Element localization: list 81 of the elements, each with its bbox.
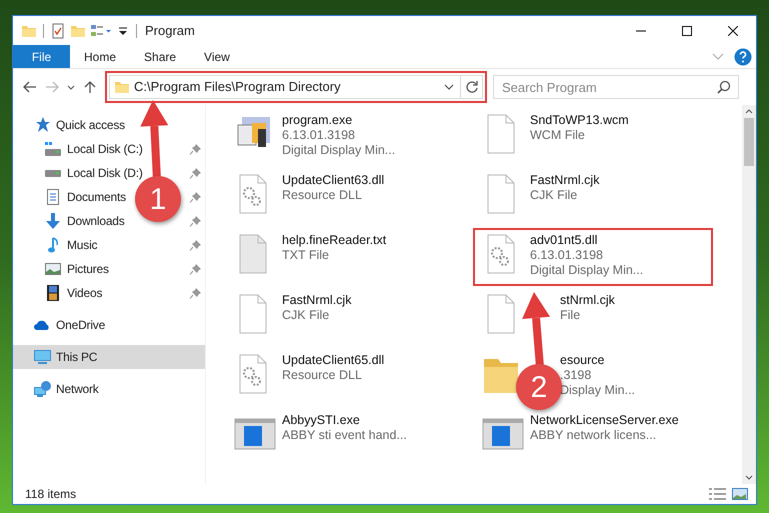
nav-item[interactable]: Documents <box>67 188 126 206</box>
file-name[interactable]: FastNrml.cjk <box>530 173 600 188</box>
download-arrow-icon <box>46 213 60 229</box>
nav-item[interactable]: Quick access <box>56 116 125 134</box>
star-icon <box>34 117 50 133</box>
file-name[interactable]: stNrml.cjk <box>560 293 615 308</box>
cloud-icon <box>34 320 50 330</box>
file-detail: TXT File <box>282 248 329 263</box>
pin-icon[interactable] <box>190 264 201 274</box>
monitor-icon <box>34 350 50 364</box>
file-detail: ABBY sti event hand... <box>282 428 407 443</box>
dropdown-icon[interactable] <box>444 84 454 90</box>
drive-icon <box>45 142 61 156</box>
file-name[interactable]: esource <box>560 353 604 368</box>
file-name[interactable]: program.exe <box>282 113 352 128</box>
address-field[interactable]: C:\Program Files\Program Directory <box>109 75 461 99</box>
file-detail: Resource DLL <box>282 188 362 203</box>
ribbon-tab[interactable]: Share <box>130 45 190 68</box>
network-icon <box>34 381 50 397</box>
large-icons-view-icon[interactable] <box>732 488 748 500</box>
file-detail: CJK File <box>530 188 578 203</box>
nav-item[interactable]: Local Disk (C:) <box>67 140 143 158</box>
file-detail: CJK File <box>282 308 330 323</box>
caret-icon[interactable] <box>67 84 75 90</box>
document-icon <box>47 189 59 205</box>
nav-item[interactable]: This PC <box>56 348 98 366</box>
pin-icon[interactable] <box>190 288 201 298</box>
folder-icon <box>114 79 130 95</box>
pin-icon[interactable] <box>190 168 201 178</box>
file-name[interactable]: SndToWP13.wcm <box>530 113 629 128</box>
scroll-up-icon[interactable] <box>745 109 753 114</box>
file-detail: File <box>560 308 580 323</box>
file-detail: Resource DLL <box>282 368 362 383</box>
file-detail: 6.13.01.3198 <box>530 248 603 263</box>
nav-item[interactable]: Downloads <box>67 212 125 230</box>
file-detail: Digital Display Min... <box>530 263 644 278</box>
pin-icon[interactable] <box>190 192 201 202</box>
back-arrow-icon[interactable] <box>23 81 37 93</box>
nav-item[interactable]: Pictures <box>67 260 109 278</box>
nav-item[interactable]: Music <box>67 236 98 254</box>
file-detail: WCM File <box>530 128 585 143</box>
nav-item[interactable]: Network <box>56 380 99 398</box>
file-detail: Digital Display Min... <box>282 143 396 158</box>
file-menu-button[interactable]: File <box>13 45 70 68</box>
file-name[interactable]: help.fineReader.txt <box>282 233 386 248</box>
details-view-icon[interactable] <box>709 488 726 500</box>
file-detail: 6.13.01.3198 <box>282 128 355 143</box>
drive-icon <box>45 170 61 176</box>
file-name[interactable]: FastNrml.cjk <box>282 293 352 308</box>
view-icon[interactable] <box>90 22 112 38</box>
window-title: Program <box>145 22 195 40</box>
file-detail: .3198 <box>560 368 592 383</box>
scroll-thumb[interactable] <box>744 118 754 166</box>
file-name[interactable]: UpdateClient65.dll <box>282 353 384 368</box>
music-note-icon <box>48 237 58 253</box>
file-detail: ABBY network licens... <box>530 428 656 443</box>
file-name[interactable]: NetworkLicenseServer.exe <box>530 413 679 428</box>
close-icon[interactable] <box>728 26 738 36</box>
pin-icon[interactable] <box>190 144 201 154</box>
nav-item[interactable]: Videos <box>67 284 102 302</box>
refresh-button[interactable] <box>461 75 483 99</box>
file-name[interactable]: AbbyySTI.exe <box>282 413 360 428</box>
refresh-icon[interactable] <box>464 80 478 94</box>
help-icon[interactable] <box>734 48 752 66</box>
search-field[interactable]: Search Program <box>493 75 739 99</box>
scrollbar[interactable] <box>742 105 756 484</box>
picture-icon <box>45 263 61 275</box>
file-name[interactable]: UpdateClient63.dll <box>282 173 384 188</box>
maximize-icon[interactable] <box>682 26 692 36</box>
properties-icon[interactable] <box>50 22 66 38</box>
pin-icon[interactable] <box>190 240 201 250</box>
scroll-down-icon[interactable] <box>745 475 753 480</box>
nav-item[interactable]: OneDrive <box>56 316 106 334</box>
selection-highlight[interactable]: This PC <box>13 345 205 369</box>
up-arrow-icon[interactable] <box>84 80 96 94</box>
ribbon-tab[interactable]: View <box>190 45 244 68</box>
item-count: 118 items <box>25 486 78 503</box>
file-name[interactable]: adv01nt5.dll <box>530 233 598 248</box>
film-icon <box>47 285 59 301</box>
pin-icon[interactable] <box>190 216 201 226</box>
ribbon-tab[interactable]: Home <box>70 45 130 68</box>
